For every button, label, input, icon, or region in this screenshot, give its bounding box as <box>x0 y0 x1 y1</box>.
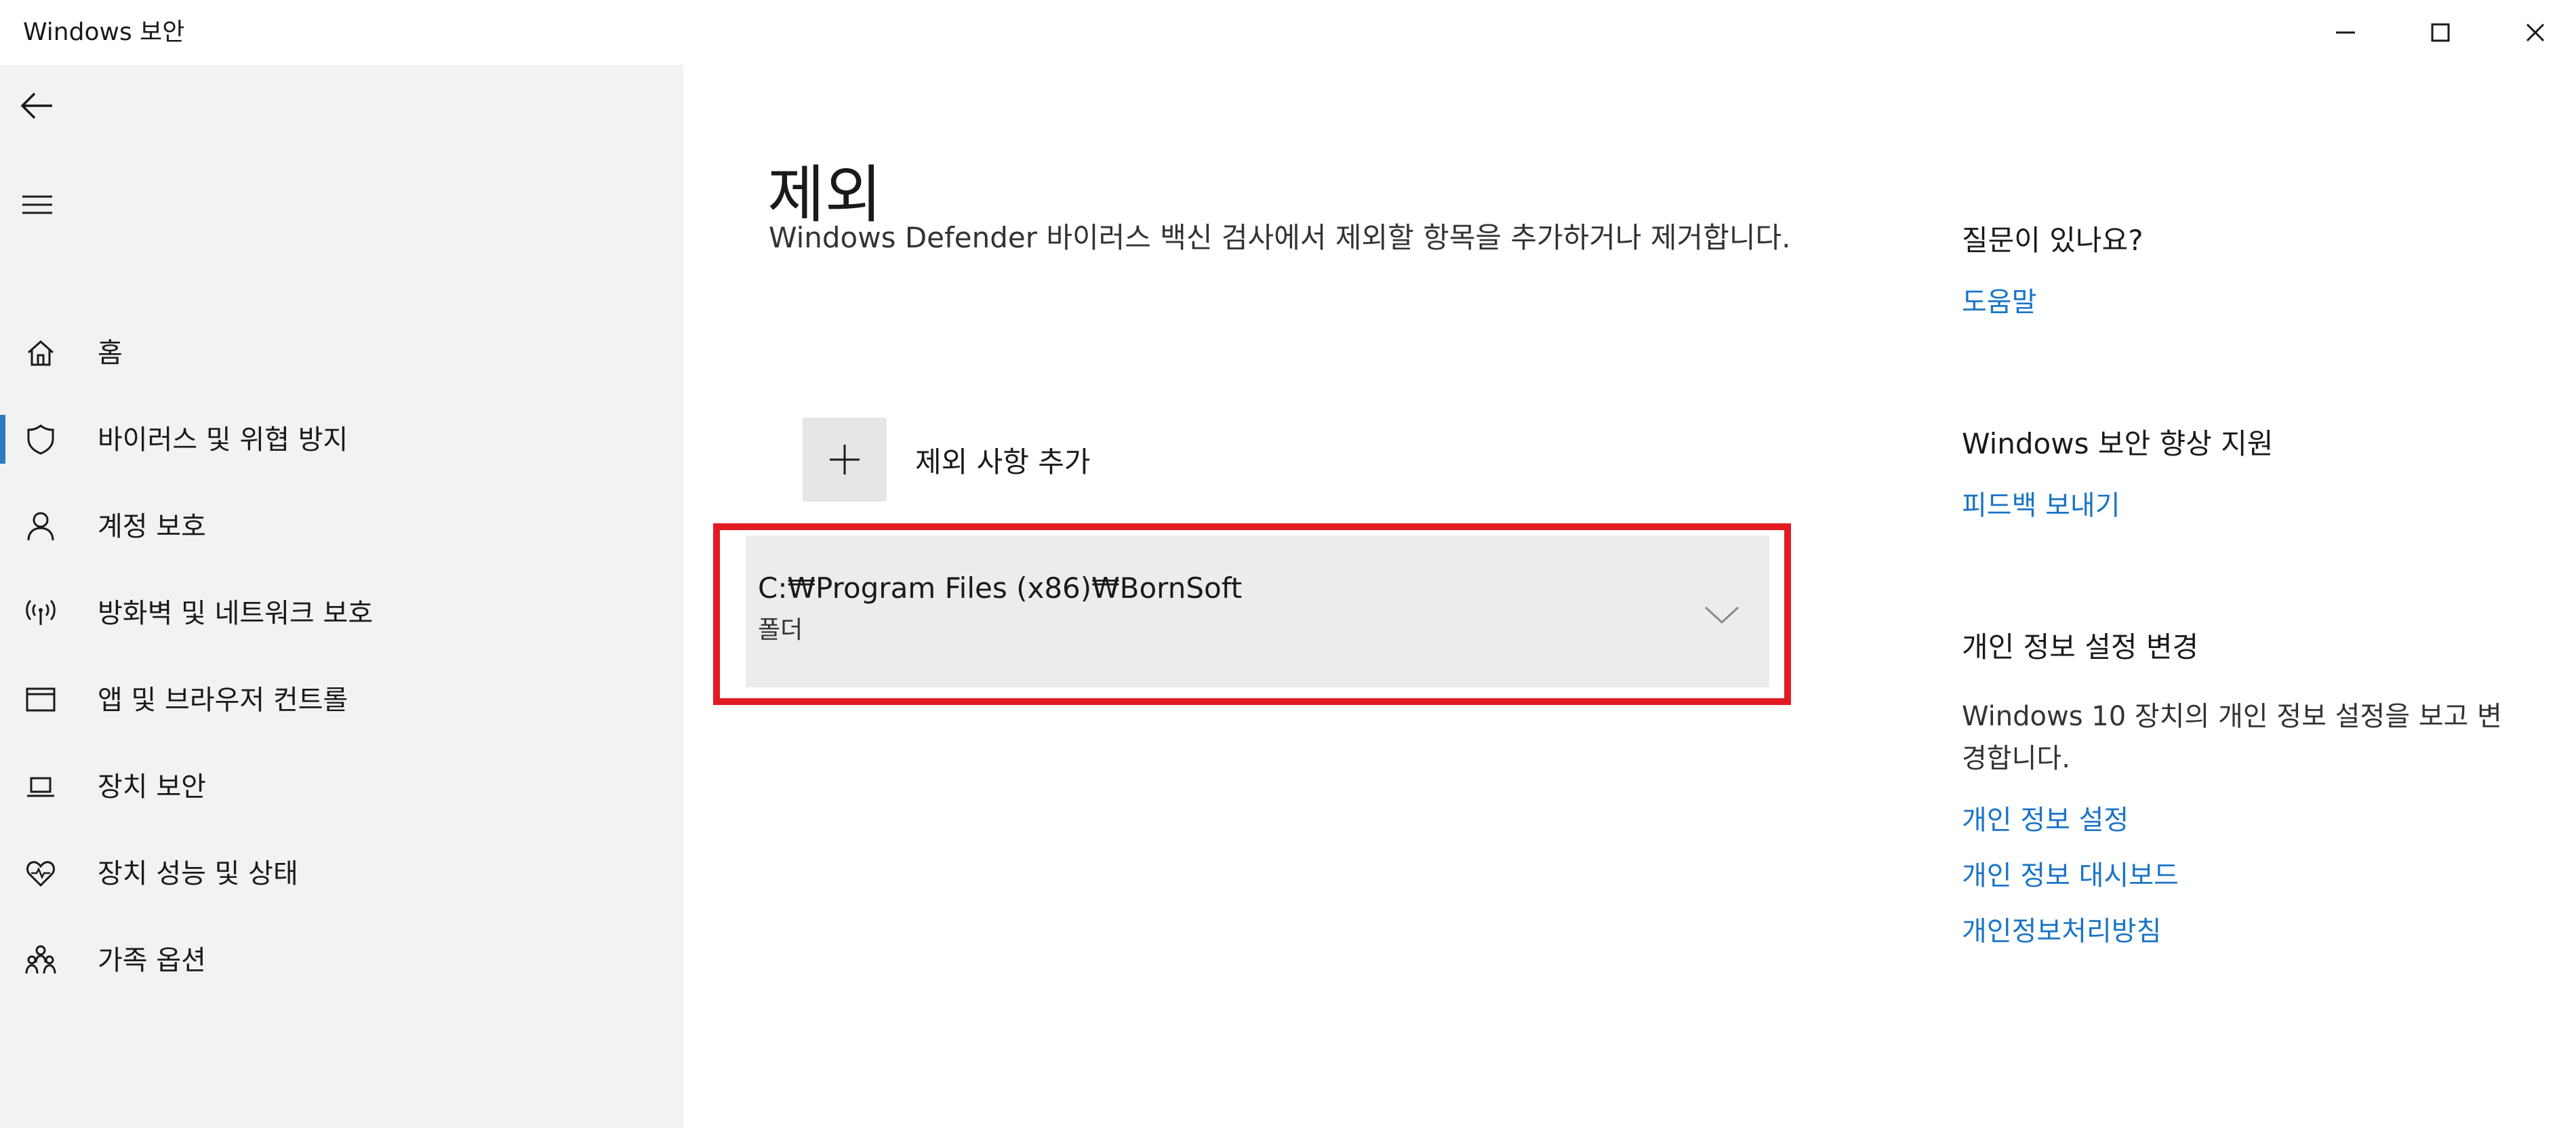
privacy-settings-link[interactable]: 개인 정보 설정 <box>1962 801 2129 839</box>
help-link[interactable]: 도움말 <box>1962 283 2036 321</box>
heart-pulse-icon <box>20 853 61 893</box>
laptop-icon <box>20 766 61 807</box>
sidebar-item-label: 장치 보안 <box>98 771 206 803</box>
family-icon <box>20 940 61 980</box>
maximize-icon <box>2431 23 2450 42</box>
shield-icon <box>20 419 61 460</box>
add-exclusion-button[interactable]: 제외 사항 추가 <box>803 418 1091 502</box>
question-heading: 질문이 있나요? <box>1962 224 2144 257</box>
sidebar-item-app-browser-control[interactable]: 앱 및 브라우저 컨트롤 <box>0 656 683 743</box>
home-icon <box>20 332 61 373</box>
exclusion-type: 폴더 <box>758 616 803 644</box>
add-exclusion-label: 제외 사항 추가 <box>915 445 1091 479</box>
sidebar-item-home[interactable]: 홈 <box>0 309 683 396</box>
windows-security-window: Windows 보안 홈 바이러스 및 위협 방지 계정 보호 방화벽 및 네트… <box>0 0 2576 1128</box>
close-button[interactable] <box>2488 0 2576 65</box>
page-description: Windows Defender 바이러스 백신 검사에서 제외할 항목을 추가… <box>769 221 1791 254</box>
privacy-dashboard-link[interactable]: 개인 정보 대시보드 <box>1962 857 2179 895</box>
window-title: Windows 보안 <box>23 18 185 46</box>
sidebar-item-label: 장치 성능 및 상태 <box>98 858 298 889</box>
minimize-button[interactable] <box>2298 0 2393 65</box>
sidebar-item-account-protection[interactable]: 계정 보호 <box>0 483 683 569</box>
title-bar: Windows 보안 <box>0 0 2576 65</box>
chevron-down-icon[interactable] <box>1702 601 1742 628</box>
sidebar-item-label: 계정 보호 <box>98 511 206 542</box>
sidebar-item-device-performance[interactable]: 장치 성능 및 상태 <box>0 830 683 916</box>
sidebar: 홈 바이러스 및 위협 방지 계정 보호 방화벽 및 네트워크 보호 앱 및 브… <box>0 65 683 1128</box>
wireless-icon <box>20 592 61 633</box>
right-pane: 질문이 있나요? 도움말 Windows 보안 향상 지원 피드백 보내기 개인… <box>1962 65 2558 1128</box>
feedback-link[interactable]: 피드백 보내기 <box>1962 487 2120 525</box>
hamburger-icon <box>22 195 52 214</box>
sidebar-item-label: 홈 <box>98 338 123 369</box>
back-button[interactable] <box>0 72 75 140</box>
exclusion-path: C:₩Program Files (x86)₩BornSoft <box>758 571 1243 605</box>
sidebar-item-label: 방화벽 및 네트워크 보호 <box>98 598 374 629</box>
privacy-heading: 개인 정보 설정 변경 <box>1962 630 2199 664</box>
sidebar-item-label: 가족 옵션 <box>98 945 206 976</box>
sidebar-item-firewall[interactable]: 방화벽 및 네트워크 보호 <box>0 569 683 656</box>
person-icon <box>20 506 61 546</box>
main-content: 제외 Windows Defender 바이러스 백신 검사에서 제외할 항목을… <box>683 65 1904 1128</box>
browser-window-icon <box>20 679 61 720</box>
sidebar-item-label: 바이러스 및 위협 방지 <box>98 424 348 456</box>
sidebar-item-virus-protection[interactable]: 바이러스 및 위협 방지 <box>0 396 683 483</box>
close-icon <box>2526 23 2545 42</box>
privacy-policy-link[interactable]: 개인정보처리방침 <box>1962 912 2161 950</box>
privacy-description: Windows 10 장치의 개인 정보 설정을 보고 변경합니다. <box>1962 701 2502 774</box>
exclusion-item[interactable]: C:₩Program Files (x86)₩BornSoft 폴더 <box>746 536 1769 687</box>
improve-heading: Windows 보안 향상 지원 <box>1962 427 2274 460</box>
sidebar-item-device-security[interactable]: 장치 보안 <box>0 743 683 830</box>
nav-list: 홈 바이러스 및 위협 방지 계정 보호 방화벽 및 네트워크 보호 앱 및 브… <box>0 309 683 1003</box>
maximize-button[interactable] <box>2393 0 2488 65</box>
back-arrow-icon <box>20 92 52 119</box>
sidebar-item-family-options[interactable]: 가족 옵션 <box>0 916 683 1003</box>
sidebar-item-label: 앱 및 브라우저 컨트롤 <box>98 685 348 716</box>
plus-icon <box>803 418 887 502</box>
minimize-icon <box>2336 31 2355 34</box>
hamburger-menu-button[interactable] <box>0 171 75 239</box>
